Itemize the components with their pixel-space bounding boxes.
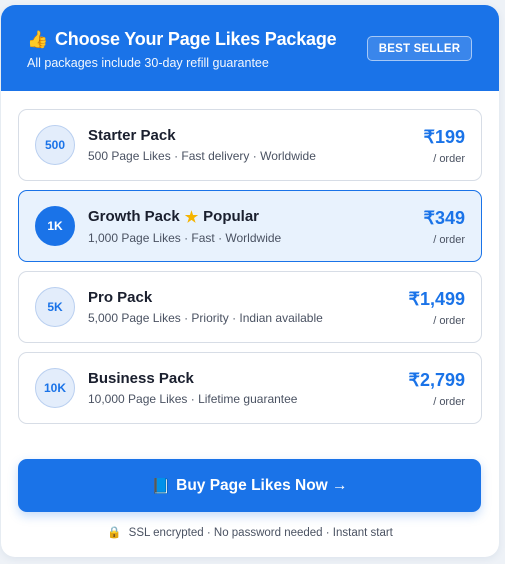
package-name: Starter Pack xyxy=(88,127,176,144)
package-name-row: Growth Pack ★ Popular xyxy=(88,208,281,226)
package-option-growth[interactable]: 1K Growth Pack ★ Popular 1,000 Page Like… xyxy=(18,190,482,262)
package-option-business[interactable]: 10K Business Pack 10,000 Page Likes · Li… xyxy=(18,352,482,424)
package-card: 👍 Choose Your Page Likes Package All pac… xyxy=(1,5,499,557)
price-unit: / order xyxy=(433,396,465,408)
package-price: ₹2,799 xyxy=(408,370,466,390)
security-note-text: SSL encrypted · No password needed · Ins… xyxy=(128,527,393,539)
buy-page-likes-button[interactable]: 📘 Buy Page Likes Now → xyxy=(18,459,481,512)
package-description: 500 Page Likes · Fast delivery · Worldwi… xyxy=(88,149,316,163)
page-title: Choose Your Page Likes Package xyxy=(54,29,337,49)
package-name: Growth Pack xyxy=(88,208,180,225)
package-price: ₹1,499 xyxy=(408,289,466,309)
package-size-badge: 1K xyxy=(35,206,75,246)
price-unit: / order xyxy=(433,153,465,165)
package-option-starter[interactable]: 500 Starter Pack 500 Page Likes · Fast d… xyxy=(18,109,482,181)
package-description: 10,000 Page Likes · Lifetime guarantee xyxy=(88,392,298,406)
lock-icon: 🔒 xyxy=(107,527,122,539)
package-price: ₹199 xyxy=(423,127,465,147)
package-list: 500 Starter Pack 500 Page Likes · Fast d… xyxy=(1,91,499,424)
star-icon: ★ xyxy=(184,208,199,226)
price-unit: / order xyxy=(433,315,465,327)
thumbs-up-icon: 👍 xyxy=(27,29,48,49)
popular-label: Popular xyxy=(203,208,259,225)
package-description: 5,000 Page Likes · Priority · Indian ava… xyxy=(88,311,323,325)
buy-button-label: Buy Page Likes Now → xyxy=(176,476,348,494)
book-icon: 📘 xyxy=(151,477,171,495)
package-option-pro[interactable]: 5K Pro Pack 5,000 Page Likes · Priority … xyxy=(18,271,482,343)
package-size-badge: 5K xyxy=(35,287,75,327)
price-unit: / order xyxy=(433,234,465,246)
package-size-badge: 500 xyxy=(35,125,75,165)
package-description: 1,000 Page Likes · Fast · Worldwide xyxy=(88,230,282,245)
security-note: 🔒 SSL encrypted · No password needed · I… xyxy=(1,525,499,539)
package-name: Business Pack xyxy=(88,370,194,387)
package-size-badge: 10K xyxy=(35,368,75,408)
package-price: ₹349 xyxy=(423,208,465,228)
package-name: Pro Pack xyxy=(88,289,153,306)
card-header: 👍 Choose Your Page Likes Package All pac… xyxy=(1,5,499,91)
best-seller-badge: BEST SELLER xyxy=(367,36,472,61)
